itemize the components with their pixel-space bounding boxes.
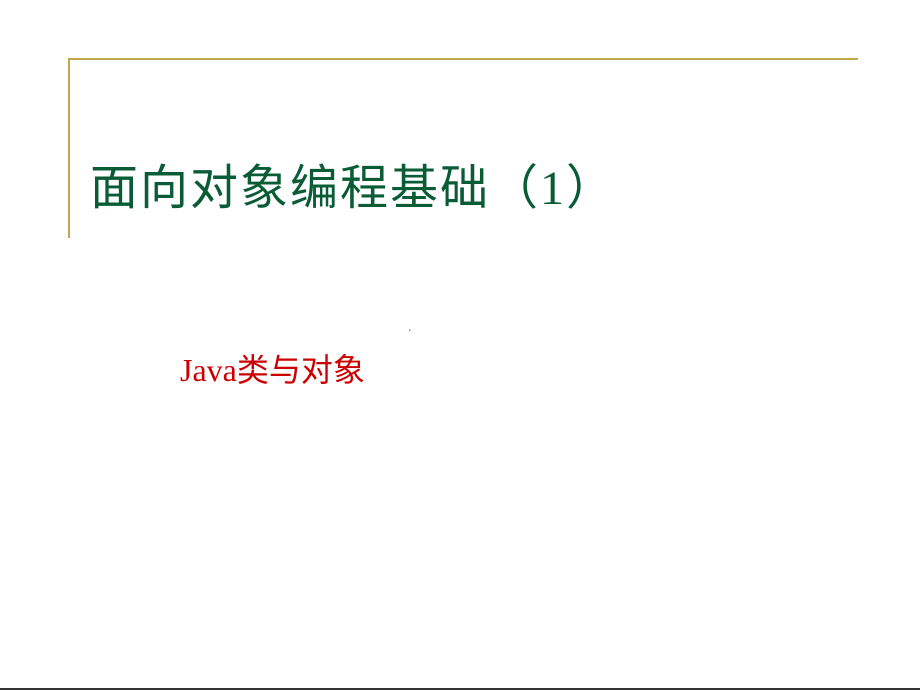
- frame-horizontal-line: [68, 58, 858, 60]
- slide-subtitle: Java类与对象: [180, 345, 365, 391]
- slide-container: 面向对象编程基础（1） . Java类与对象: [0, 0, 920, 690]
- center-dot: .: [408, 320, 412, 336]
- slide-title: 面向对象编程基础（1）: [90, 148, 616, 218]
- frame-vertical-line: [68, 58, 70, 238]
